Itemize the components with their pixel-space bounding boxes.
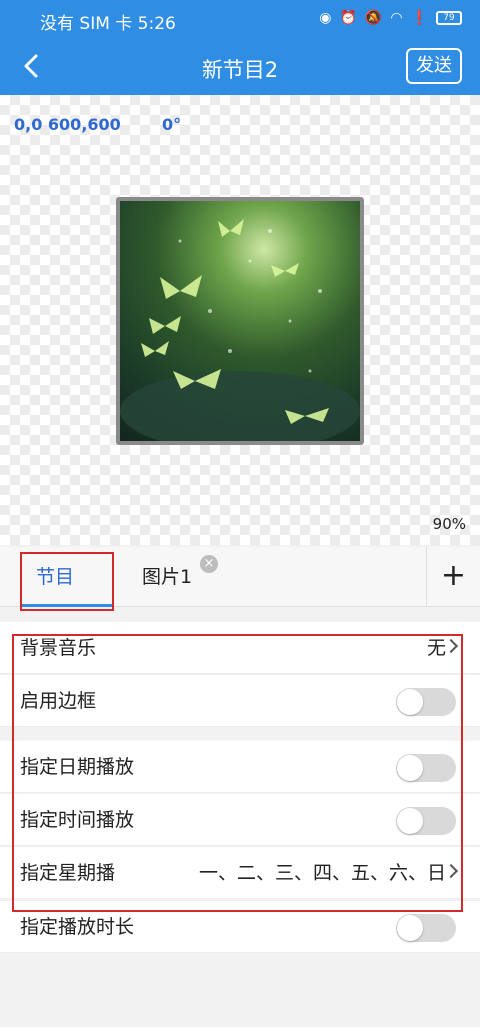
notification-icon: ❗ [410, 10, 428, 26]
program-preview-canvas[interactable]: 0,0 600,600 0° 90% [0, 95, 480, 545]
close-tab-icon[interactable]: × [200, 555, 218, 573]
add-tab-button[interactable]: + [426, 547, 480, 607]
zoom-level: 90% [432, 515, 466, 533]
toggle-knob [397, 915, 423, 941]
top-bar: 没有 SIM 卡 5:26 ◉ ⏰ 🔕 ◠ ❗ 79 新节目2 发送 [0, 0, 480, 95]
play-duration-toggle[interactable] [396, 914, 456, 942]
eye-icon: ◉ [319, 10, 332, 26]
send-button[interactable]: 发送 [406, 48, 462, 84]
status-icons: ◉ ⏰ 🔕 ◠ ❗ 79 [319, 10, 462, 26]
butterfly-image-element[interactable] [116, 197, 364, 445]
position-readout: 0,0 600,600 [14, 115, 121, 134]
alarm-icon: ⏰ [339, 10, 357, 26]
rotation-readout: 0° [162, 115, 182, 134]
tab-image1[interactable]: 图片1 [142, 547, 192, 607]
status-bar: 没有 SIM 卡 5:26 ◉ ⏰ 🔕 ◠ ❗ 79 [0, 0, 480, 38]
tab-highlight-box [20, 552, 114, 611]
wifi-icon: ◠ [390, 10, 403, 26]
battery-icon: 79 [436, 11, 462, 25]
butterfly-image [120, 219, 360, 441]
mute-icon: 🔕 [364, 10, 383, 26]
settings-highlight-box [12, 634, 463, 912]
status-time: 没有 SIM 卡 5:26 [40, 14, 176, 34]
